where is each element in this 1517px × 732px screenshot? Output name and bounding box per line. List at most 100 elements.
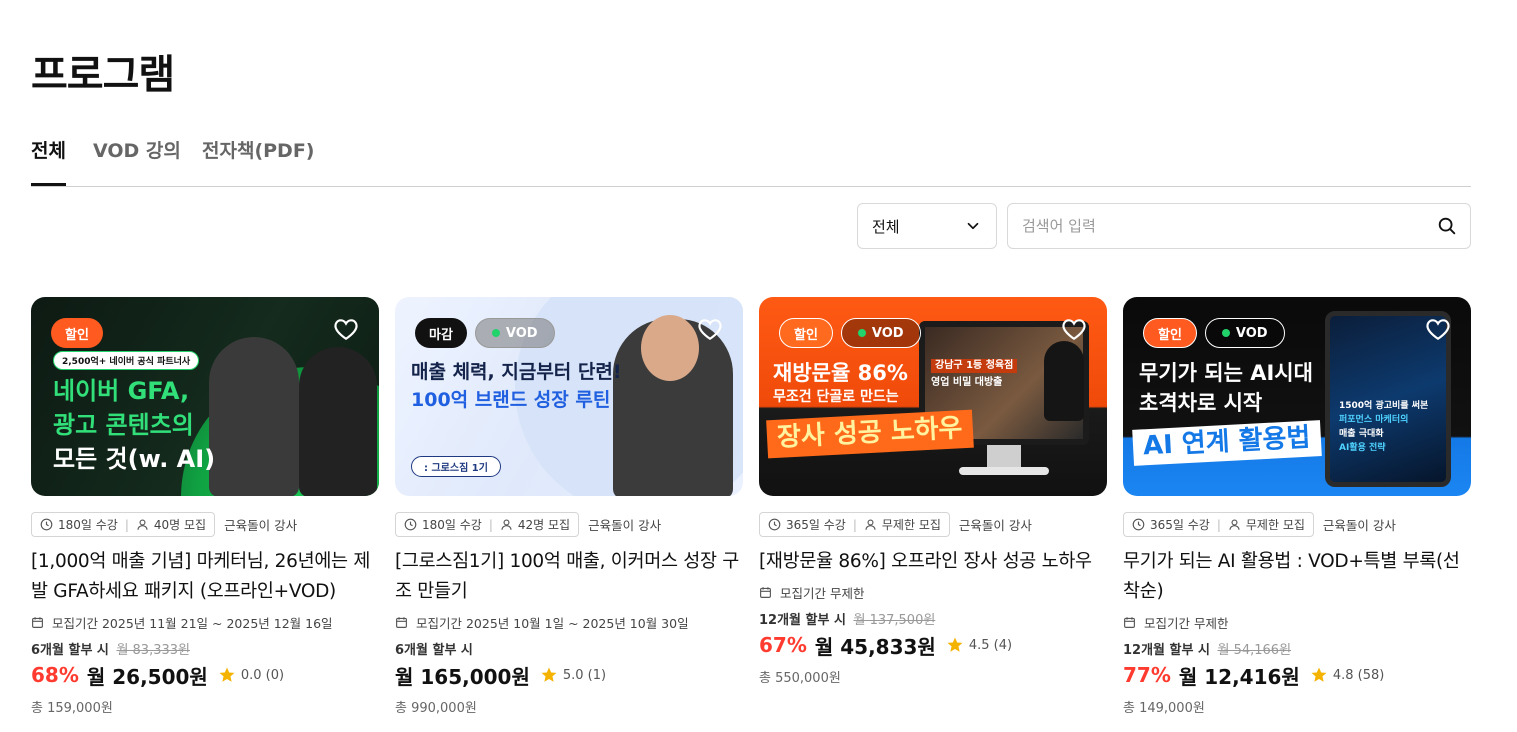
program-card[interactable]: 할인 2,500억+ 네이버 공식 파트너사 네이버 GFA, 광고 콘텐츠의 … [31, 297, 379, 716]
discount-rate: 67% [759, 633, 807, 657]
page-title: 프로그램 [31, 52, 175, 98]
program-title[interactable]: [그로스짐1기] 100억 매출, 이커머스 성장 구조 만들기 [395, 547, 743, 607]
recruit-period: 모집기간 무제한 [1123, 613, 1471, 631]
course-meta: 180일 수강 | 40명 모집 [31, 512, 216, 537]
category-tabs: 전체 VOD 강의 전자책(PDF) [31, 138, 1471, 187]
period-text: 모집기간 무제한 [780, 585, 865, 601]
installment-label: 6개월 할부 시 [395, 643, 473, 658]
monthly-price: 월 12,416원 [1178, 664, 1300, 689]
program-thumbnail[interactable]: 할인 VOD 무기가 되는 AI시대 초격차로 시작 AI 연계 활용법 150… [1123, 297, 1471, 496]
total-price: 총 149,000원 [1123, 701, 1205, 716]
heart-icon[interactable] [697, 317, 723, 341]
heart-icon[interactable] [1061, 317, 1087, 341]
thumbnail-headline: 모든 것(w. AI) [53, 445, 216, 473]
tablet-text: 퍼포먼스 마케터의 [1339, 415, 1409, 425]
program-title[interactable]: [재방문율 86%] 오프라인 장사 성공 노하우 [759, 547, 1107, 577]
vod-badge: VOD [1204, 318, 1285, 348]
category-select-value: 전체 [872, 217, 900, 236]
chevron-down-icon [967, 222, 979, 230]
price-row: 월 165,000원 5.0 (1) [395, 661, 743, 689]
calendar-icon [1124, 616, 1135, 628]
program-card[interactable]: 할인 VOD 무기가 되는 AI시대 초격차로 시작 AI 연계 활용법 150… [1123, 297, 1471, 716]
calendar-icon [396, 616, 407, 628]
sale-badge: 할인 [779, 318, 833, 348]
instructor-name: 근육돌이 강사 [1322, 518, 1396, 533]
program-thumbnail[interactable]: 할인 VOD 재방문율 86% 무조건 단골로 만드는 장사 성공 노하우 강남… [759, 297, 1107, 496]
program-title[interactable]: [1,000억 매출 기념] 마케터님, 26년에는 제발 GFA하세요 패키지… [31, 547, 379, 607]
search-input[interactable] [1008, 204, 1436, 248]
tab-all[interactable]: 전체 [31, 138, 66, 186]
category-select[interactable]: 전체 [857, 203, 997, 249]
instructor-figure [209, 337, 299, 496]
rating-text: 5.0 (1) [562, 667, 607, 683]
course-meta: 365일 수강 | 무제한 모집 [759, 512, 950, 537]
capacity-label: 무제한 모집 [1245, 518, 1305, 532]
closed-badge: 마감 [415, 318, 467, 348]
heart-icon[interactable] [333, 317, 359, 341]
calendar-icon [760, 586, 771, 598]
recruit-period: 모집기간 2025년 11월 21일 ~ 2025년 12월 16일 [31, 613, 379, 631]
heart-icon[interactable] [1425, 317, 1451, 341]
period-text: 모집기간 2025년 10월 1일 ~ 2025년 10월 30일 [416, 615, 689, 631]
installment-label: 6개월 할부 시 [31, 643, 109, 658]
sale-badge: 할인 [1143, 318, 1197, 348]
instructor-name: 근육돌이 강사 [588, 518, 662, 533]
vod-badge-label: VOD [1235, 325, 1268, 341]
star-icon [947, 637, 963, 652]
sale-badge: 할인 [51, 318, 103, 348]
thumbnail-headline: 재방문율 86% [773, 361, 908, 385]
user-icon [865, 519, 876, 530]
duration-label: 180일 수강 [58, 518, 118, 532]
star-icon [219, 667, 235, 682]
recruit-period: 모집기간 무제한 [759, 583, 1107, 601]
vod-badge: VOD [840, 318, 921, 348]
duration-label: 180일 수강 [422, 518, 482, 532]
tablet-text: 1500억 광고비를 써본 [1339, 401, 1429, 411]
course-meta: 180일 수강 | 42명 모집 [395, 512, 580, 537]
instructor-name: 근육돌이 강사 [224, 518, 298, 533]
instructor-figure [299, 347, 377, 496]
installment-label: 12개월 할부 시 [759, 613, 846, 628]
thumbnail-headline: 네이버 GFA, [53, 377, 190, 405]
instructor-figure [1044, 341, 1084, 421]
price-row: 77% 월 12,416원 4.8 (58) [1123, 661, 1471, 689]
program-thumbnail[interactable]: 마감 VOD 매출 체력, 지금부터 단련! 100억 브랜드 성장 루틴 : … [395, 297, 743, 496]
clock-icon [768, 518, 781, 531]
discount-rate: 68% [31, 663, 79, 687]
star-icon [1311, 667, 1327, 682]
total-price: 총 550,000원 [759, 671, 841, 686]
vod-badge-label: VOD [871, 325, 904, 341]
thumbnail-subtext: 강남구 1등 청육점 [931, 359, 1018, 374]
capacity-label: 42명 모집 [517, 518, 571, 532]
program-card[interactable]: 마감 VOD 매출 체력, 지금부터 단련! 100억 브랜드 성장 루틴 : … [395, 297, 743, 716]
user-icon [501, 519, 512, 530]
recruit-period: 모집기간 2025년 10월 1일 ~ 2025년 10월 30일 [395, 613, 743, 631]
program-thumbnail[interactable]: 할인 2,500억+ 네이버 공식 파트너사 네이버 GFA, 광고 콘텐츠의 … [31, 297, 379, 496]
clock-icon [1132, 518, 1145, 531]
tab-vod[interactable]: VOD 강의 [93, 138, 181, 186]
thumbnail-headline: AI 연계 활용법 [1142, 422, 1312, 462]
period-text: 모집기간 무제한 [1144, 615, 1229, 631]
installment-info: 6개월 할부 시 월 83,333원 [31, 639, 379, 658]
program-title[interactable]: 무기가 되는 AI 활용법 : VOD+특별 부록(선착순) [1123, 547, 1471, 607]
vod-badge: VOD [474, 318, 555, 348]
thumbnail-subtext: 영업 비밀 대방출 [931, 377, 1003, 388]
thumbnail-headline: 장사 성공 노하우 [776, 413, 964, 453]
thumbnail-headline: 100억 브랜드 성장 루틴 [411, 389, 611, 411]
program-card[interactable]: 할인 VOD 재방문율 86% 무조건 단골로 만드는 장사 성공 노하우 강남… [759, 297, 1107, 686]
thumbnail-headline: 초격차로 시작 [1139, 391, 1263, 415]
thumbnail-highlight: 장사 성공 노하우 [766, 409, 974, 459]
instructor-name: 근육돌이 강사 [958, 518, 1032, 533]
installment-info: 6개월 할부 시 [395, 639, 743, 658]
user-icon [137, 519, 148, 530]
search-icon[interactable] [1436, 215, 1458, 237]
partner-tag: 2,500억+ 네이버 공식 파트너사 [53, 351, 200, 370]
discount-rate: 77% [1123, 663, 1171, 687]
original-price: 월 54,166원 [1217, 643, 1292, 658]
calendar-icon [32, 616, 43, 628]
search-bar [1007, 203, 1471, 249]
monthly-price: 월 45,833원 [814, 634, 936, 659]
installment-info: 12개월 할부 시 월 54,166원 [1123, 639, 1471, 658]
tab-ebook[interactable]: 전자책(PDF) [202, 138, 314, 186]
cohort-tag: : 그로스짐 1기 [411, 456, 501, 477]
